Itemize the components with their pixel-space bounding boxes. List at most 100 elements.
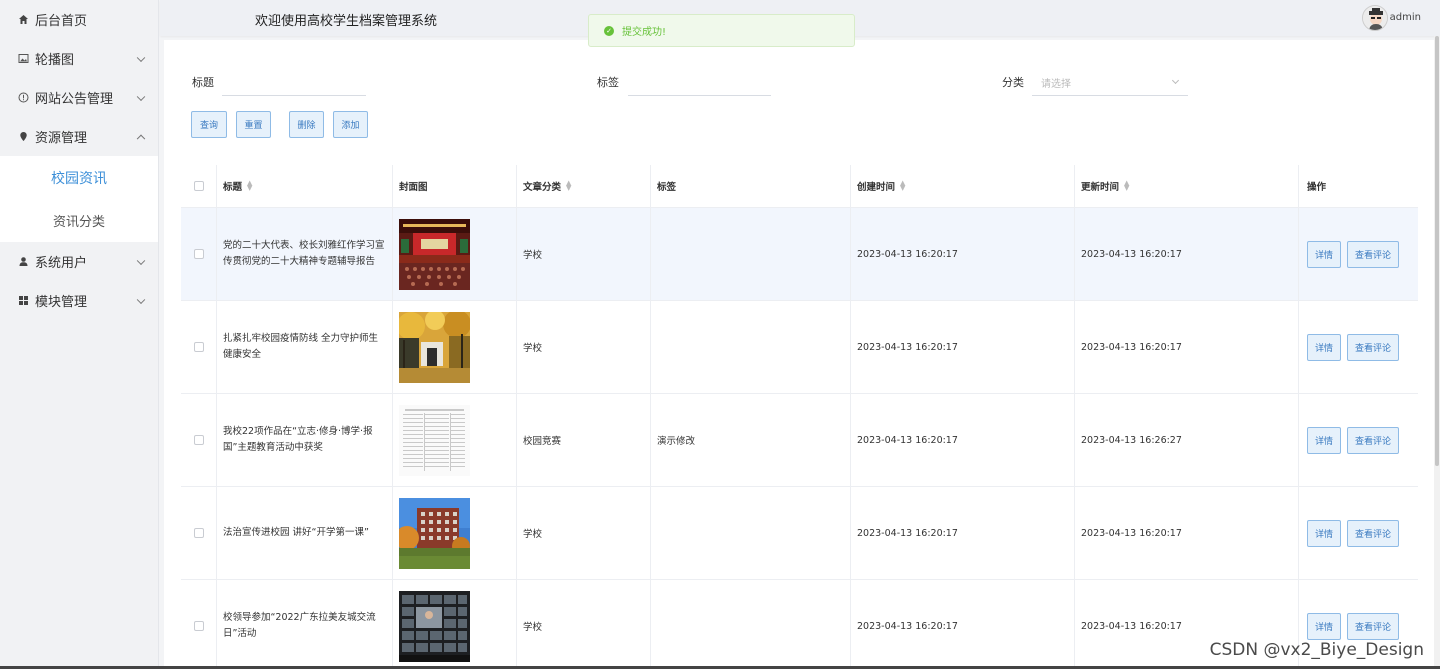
- sidebar-item-announcements[interactable]: 网站公告管理: [0, 78, 158, 117]
- table-row[interactable]: 法治宣传进校园 讲好“开学第一课” 学校 2023-04-13 16:20:17…: [181, 487, 1418, 580]
- chevron-down-icon: [136, 53, 146, 62]
- detail-button[interactable]: 详情: [1307, 240, 1341, 268]
- sidebar-item-label: 网站公告管理: [35, 92, 114, 107]
- sidebar: 后台首页 轮播图 网站公告管理 资源管理 校园资讯 资讯分类 系统用户 模块管理: [0, 0, 159, 669]
- column-tag-label: 标签: [657, 182, 677, 193]
- row-select-cell: [181, 487, 217, 579]
- row-created-cell: 2023-04-13 16:20:17: [851, 394, 1075, 486]
- sort-icon[interactable]: ▲ ▼: [247, 180, 252, 192]
- cover-image-auditorium[interactable]: [399, 218, 470, 290]
- view-comments-button[interactable]: 查看评论: [1347, 426, 1399, 454]
- table-row[interactable]: 党的二十大代表、校长刘雅红作学习宣传贯彻党的二十大精神专题辅导报告 学校 202…: [181, 208, 1418, 301]
- sidebar-item-label: 模块管理: [35, 295, 88, 310]
- reset-button[interactable]: 重置: [236, 111, 271, 138]
- cover-image-video-call[interactable]: [399, 590, 470, 662]
- username[interactable]: admin: [1390, 12, 1421, 23]
- sort-icon[interactable]: ▲ ▼: [566, 180, 571, 192]
- watermark: CSDN @vx2_Biye_Design: [1209, 640, 1424, 660]
- row-created-cell: 2023-04-13 16:20:17: [851, 301, 1075, 393]
- sidebar-item-carousel[interactable]: 轮播图: [0, 39, 158, 78]
- view-comments-button[interactable]: 查看评论: [1347, 612, 1399, 640]
- row-title-cell: 党的二十大代表、校长刘雅红作学习宣传贯彻党的二十大精神专题辅导报告: [217, 208, 393, 300]
- cover-image-building[interactable]: [399, 497, 470, 569]
- sidebar-item-resources[interactable]: 资源管理: [0, 117, 158, 156]
- chevron-up-icon: [136, 134, 146, 143]
- view-comments-button[interactable]: 查看评论: [1347, 519, 1399, 547]
- chevron-down-icon: [136, 256, 146, 265]
- row-updated: 2023-04-13 16:20:17: [1081, 620, 1182, 632]
- sidebar-item-modules[interactable]: 模块管理: [0, 281, 158, 320]
- row-category-cell: 学校: [517, 487, 651, 579]
- row-category: 学校: [523, 250, 543, 261]
- view-comments-button[interactable]: 查看评论: [1347, 240, 1399, 268]
- column-actions-label: 操作: [1307, 182, 1327, 193]
- info-icon: [17, 92, 29, 104]
- column-category-label: 文章分类: [523, 182, 562, 193]
- select-all-checkbox[interactable]: [193, 181, 204, 191]
- sidebar-item-campus-news[interactable]: 校园资讯: [0, 156, 158, 199]
- row-tag-cell: 演示修改: [651, 394, 851, 486]
- title-search-input[interactable]: [222, 74, 366, 96]
- table-row[interactable]: 我校22项作品在“立志·修身·博学·报国”主题教育活动中获奖 校园竞赛 演示修改…: [181, 394, 1418, 487]
- submenu-resources: 校园资讯 资讯分类: [0, 156, 158, 242]
- category-select-placeholder: 请选择: [1041, 79, 1071, 90]
- column-created-label: 创建时间: [857, 182, 896, 193]
- home-icon: [17, 14, 29, 26]
- detail-button[interactable]: 详情: [1307, 333, 1341, 361]
- row-title: 校领导参加“2022广东拉美友城交流日”活动: [223, 612, 376, 639]
- column-updated-label: 更新时间: [1081, 182, 1120, 193]
- column-category[interactable]: 文章分类 ▲ ▼: [517, 165, 651, 207]
- toast-message: 提交成功!: [622, 27, 667, 38]
- user-icon: [17, 256, 29, 268]
- row-checkbox[interactable]: [193, 249, 204, 259]
- column-cover-label: 封面图: [399, 182, 428, 193]
- row-checkbox[interactable]: [193, 528, 204, 538]
- row-created-cell: 2023-04-13 16:20:17: [851, 208, 1075, 300]
- tag-search-label: 标签: [597, 76, 619, 89]
- detail-button[interactable]: 详情: [1307, 612, 1341, 640]
- row-created-cell: 2023-04-13 16:20:17: [851, 487, 1075, 579]
- row-tag-cell: [651, 208, 851, 300]
- column-created[interactable]: 创建时间 ▲ ▼: [851, 165, 1075, 207]
- delete-button[interactable]: 删除: [289, 111, 324, 138]
- row-checkbox[interactable]: [193, 342, 204, 352]
- add-button[interactable]: 添加: [333, 111, 368, 138]
- row-select-cell: [181, 301, 217, 393]
- row-checkbox[interactable]: [193, 435, 204, 445]
- sidebar-item-home[interactable]: 后台首页: [0, 0, 158, 39]
- row-category-cell: 学校: [517, 301, 651, 393]
- column-title-label: 标题: [223, 182, 243, 193]
- detail-button[interactable]: 详情: [1307, 519, 1341, 547]
- grid-icon: [17, 295, 29, 307]
- detail-button[interactable]: 详情: [1307, 426, 1341, 454]
- table-row[interactable]: 扎紧扎牢校园疫情防线 全力守护师生健康安全 学校 2023-04-13 16:2…: [181, 301, 1418, 394]
- query-button[interactable]: 查询: [191, 111, 227, 138]
- sidebar-item-news-category[interactable]: 资讯分类: [0, 199, 158, 242]
- page-scrollbar[interactable]: [1434, 36, 1440, 669]
- row-created: 2023-04-13 16:20:17: [857, 248, 958, 260]
- column-title[interactable]: 标题 ▲ ▼: [217, 165, 393, 207]
- sort-icon[interactable]: ▲ ▼: [1124, 180, 1129, 192]
- scrollbar-thumb[interactable]: [1435, 36, 1439, 466]
- cover-image-autumn-trees[interactable]: [399, 311, 470, 383]
- chevron-down-icon: [136, 92, 146, 101]
- row-title: 我校22项作品在“立志·修身·博学·报国”主题教育活动中获奖: [223, 426, 373, 453]
- row-title-cell: 法治宣传进校园 讲好“开学第一课”: [217, 487, 393, 579]
- view-comments-button[interactable]: 查看评论: [1347, 333, 1399, 361]
- sidebar-item-label: 系统用户: [35, 256, 88, 271]
- column-updated[interactable]: 更新时间 ▲ ▼: [1075, 165, 1299, 207]
- cover-image-document[interactable]: [399, 404, 470, 476]
- sidebar-item-users[interactable]: 系统用户: [0, 242, 158, 281]
- tag-search-input[interactable]: [628, 74, 771, 96]
- sort-icon[interactable]: ▲ ▼: [900, 180, 905, 192]
- row-updated-cell: 2023-04-13 16:20:17: [1075, 301, 1299, 393]
- avatar[interactable]: [1362, 5, 1388, 31]
- row-category: 学校: [523, 343, 543, 354]
- chevron-down-icon: [136, 295, 146, 304]
- row-checkbox[interactable]: [193, 621, 204, 631]
- row-title: 法治宣传进校园 讲好“开学第一课”: [223, 527, 369, 538]
- row-updated: 2023-04-13 16:20:17: [1081, 527, 1182, 539]
- row-cover-cell: [393, 580, 517, 669]
- row-select-cell: [181, 208, 217, 300]
- row-cover-cell: [393, 301, 517, 393]
